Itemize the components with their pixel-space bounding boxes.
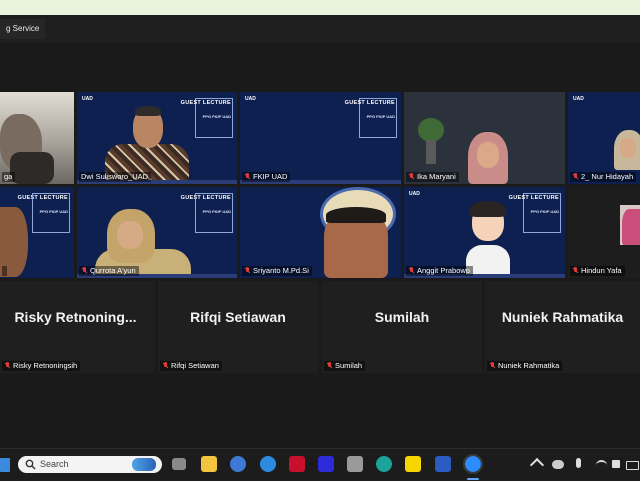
participant-name: Nuniek Rahmatika (487, 361, 563, 371)
uad-logo: UAD (82, 96, 93, 102)
participant-tile[interactable]: Sumilah Sumilah (322, 281, 482, 373)
participant-display-name: Nuniek Rahmatika (501, 309, 624, 325)
speaker-icon[interactable] (612, 460, 620, 468)
uad-logo: UAD (245, 96, 256, 102)
participant-tile[interactable]: Nuniek Rahmatika Nuniek Rahmatika (485, 281, 640, 373)
muted-mic-icon (162, 362, 169, 370)
slide-heading: GUEST LECTURE (508, 195, 559, 201)
microphone-icon[interactable] (576, 458, 581, 468)
mcafee-icon[interactable] (289, 456, 305, 472)
meeting-titlebar: g Service (0, 15, 640, 43)
muted-mic-icon (4, 362, 11, 370)
muted-mic-icon (572, 267, 579, 275)
chevron-up-icon[interactable] (529, 457, 545, 473)
participant-tile[interactable]: ga (0, 92, 74, 184)
participant-tile[interactable]: GUEST LECTURE PPG FKIP UAD (0, 187, 74, 278)
participant-name: Hindun Yafa (570, 266, 625, 276)
participant-tile[interactable]: UAD GUEST LECTURE PPG FKIP UAD FKIP UAD (240, 92, 401, 184)
sticky-notes-icon[interactable] (405, 456, 421, 472)
participant-face (477, 142, 499, 168)
participant-name (2, 266, 7, 276)
participant-tile[interactable]: Sriyanto M.Pd.Si (240, 187, 401, 278)
participant-tile[interactable]: Rifqi Setiawan Rifqi Setiawan (158, 281, 318, 373)
windows-taskbar: Search (0, 448, 640, 481)
participant-display-name: Rifqi Setiawan (190, 309, 286, 325)
participant-tile[interactable]: GUEST LECTURE PPG FKIP UAD Qurrota A'yun (77, 187, 237, 278)
search-placeholder: Search (40, 459, 69, 469)
slide-subheading: PPG FKIP UAD (366, 114, 395, 119)
plant-pot (426, 140, 436, 164)
participant-tile[interactable]: UAD 2_ Nur Hidayah (568, 92, 640, 184)
participant-hair (326, 207, 386, 223)
participant-name: Sriyanto M.Pd.Si (242, 266, 312, 276)
plant-decoration (418, 118, 444, 142)
participant-name: Sumilah (324, 361, 366, 371)
participant-hijab (622, 209, 640, 245)
printer-icon[interactable] (347, 456, 363, 472)
muted-mic-icon (326, 362, 333, 370)
participant-face (117, 221, 143, 249)
window-title[interactable]: g Service (0, 19, 46, 39)
participant-tile[interactable]: Hindun Yafa (568, 187, 640, 278)
task-view-icon[interactable] (172, 458, 186, 470)
battery-icon[interactable] (626, 461, 639, 470)
muted-mic-icon (244, 173, 251, 181)
search-icon (25, 459, 36, 470)
participant-tile[interactable]: UAD GUEST LECTURE PPG FKIP UAD Anggit Pr… (404, 187, 565, 278)
wifi-icon[interactable] (596, 460, 607, 470)
participant-name: Risky Retnoningsih (2, 361, 81, 371)
participant-name: FKIP UAD (242, 172, 291, 182)
browser-top-strip (0, 0, 640, 15)
participant-shoulder (10, 152, 54, 184)
slide-subheading: PPG FKIP UAD (530, 209, 559, 214)
uad-logo: UAD (573, 96, 584, 102)
muted-mic-icon (81, 267, 88, 275)
participant-face (620, 138, 636, 158)
muted-mic-icon (489, 362, 496, 370)
participant-name: Qurrota A'yun (79, 266, 139, 276)
search-highlight-icon (132, 458, 156, 471)
cloud-icon[interactable] (552, 460, 564, 469)
participant-name: Ika Maryani (406, 172, 459, 182)
word-icon[interactable] (435, 456, 451, 472)
visual-studio-icon[interactable] (318, 456, 334, 472)
participant-tile[interactable]: Ika Maryani (404, 92, 565, 184)
muted-mic-icon (408, 173, 415, 181)
file-explorer-icon[interactable] (201, 456, 217, 472)
slide-heading: GUEST LECTURE (344, 100, 395, 106)
taskbar-search[interactable]: Search (18, 456, 162, 473)
participant-name: Dwi Sulisworo_UAD (79, 172, 152, 182)
participant-display-name: Sumilah (374, 309, 430, 325)
participant-hair (135, 106, 161, 116)
muted-mic-icon (244, 267, 251, 275)
participant-tile[interactable]: Risky Retnoning... Risky Retnoningsih (0, 281, 155, 373)
slide-subheading: PPG FKIP UAD (39, 209, 68, 214)
help-icon[interactable] (260, 456, 276, 472)
avatar-hair (470, 201, 506, 217)
participant-display-name: Risky Retnoning... (14, 309, 137, 325)
muted-mic-icon (408, 267, 415, 275)
participant-name: Anggit Prabowo (406, 266, 473, 276)
slide-subheading: PPG FKIP UAD (202, 209, 231, 214)
participant-tile[interactable]: UAD GUEST LECTURE PPG FKIP UAD Dwi Sulis… (77, 92, 237, 184)
zoom-icon[interactable] (463, 454, 483, 474)
start-icon[interactable] (0, 458, 10, 472)
uad-logo: UAD (409, 191, 420, 197)
edge-icon[interactable] (376, 456, 392, 472)
slide-subheading: PPG FKIP UAD (202, 114, 231, 119)
slide-heading: GUEST LECTURE (180, 100, 231, 106)
participant-name: Rifqi Setiawan (160, 361, 222, 371)
participant-name: 2_ Nur Hidayah (570, 172, 637, 182)
muted-mic-icon (572, 173, 579, 181)
participant-name: ga (2, 172, 16, 182)
browser-icon[interactable] (230, 456, 246, 472)
